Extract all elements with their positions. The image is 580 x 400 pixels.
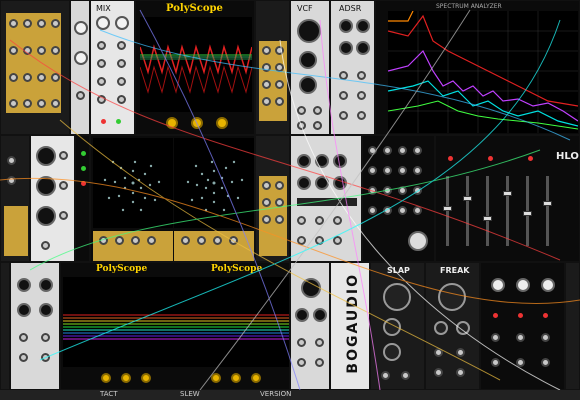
status-left: TACT <box>100 390 118 398</box>
patch-cables <box>0 9 580 391</box>
status-mid-1: SLEW <box>180 390 200 398</box>
status-bar: TACT SLEW VERSION <box>0 390 580 400</box>
rack-area: MIX PolyScope VCF ADSR SPECTRUM ANALYZER… <box>0 0 580 400</box>
status-mid-2: VERSION <box>260 390 292 398</box>
